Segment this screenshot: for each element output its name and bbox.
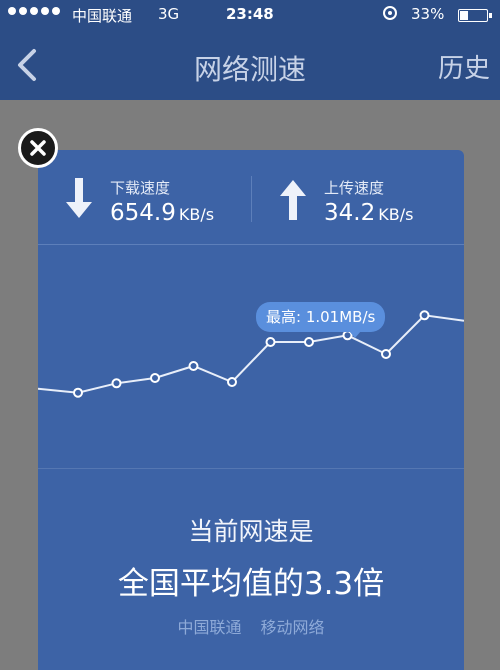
speed-data-point bbox=[304, 337, 314, 347]
divider bbox=[38, 468, 464, 469]
upload-label: 上传速度 bbox=[324, 179, 385, 197]
signal-strength-icon bbox=[8, 7, 60, 15]
stat-divider bbox=[251, 176, 252, 222]
page-title: 网络测速 bbox=[193, 53, 306, 86]
battery-icon bbox=[458, 9, 492, 22]
divider bbox=[38, 244, 464, 245]
network-tag: 移动网络 bbox=[260, 618, 325, 637]
rotation-lock-icon bbox=[383, 6, 397, 20]
history-button[interactable]: 历史 bbox=[438, 48, 490, 85]
download-value: 654.9 bbox=[110, 200, 176, 226]
summary-intro: 当前网速是 bbox=[188, 517, 314, 546]
download-arrow-icon bbox=[66, 178, 92, 218]
speed-result-card: 下载速度 654.9 KB/s 上传速度 34.2 KB/s 最高: 1.01MB/… bbox=[38, 150, 464, 670]
upload-value: 34.2 bbox=[324, 200, 376, 226]
carrier-tag: 中国联通 bbox=[177, 618, 242, 637]
clock: 23:48 bbox=[226, 5, 274, 23]
download-unit: KB/s bbox=[178, 205, 215, 224]
speed-series-line bbox=[38, 314, 464, 394]
network-type: 3G bbox=[158, 5, 180, 23]
navigation-bar: 网络测速 历史 bbox=[0, 30, 500, 100]
close-icon bbox=[30, 140, 46, 156]
battery-percent: 33% bbox=[411, 5, 445, 23]
carrier-name: 中国联通 bbox=[72, 7, 133, 25]
speed-data-point bbox=[265, 337, 276, 347]
summary-ratio: 全国平均值的3.3倍 bbox=[117, 566, 385, 602]
speed-data-point bbox=[188, 361, 199, 371]
speed-data-point bbox=[419, 310, 430, 321]
speed-line-chart bbox=[38, 310, 464, 398]
battery-level-fill bbox=[460, 11, 468, 20]
speed-data-point bbox=[381, 349, 391, 359]
carrier-tags: 中国联通 移动网络 bbox=[38, 614, 464, 638]
download-label: 下载速度 bbox=[110, 179, 171, 197]
chevron-left-icon bbox=[18, 49, 36, 81]
close-button[interactable] bbox=[18, 128, 58, 168]
speed-data-point bbox=[150, 373, 160, 383]
peak-speed-tooltip: 最高: 1.01MB/s bbox=[256, 302, 386, 338]
upload-unit: KB/s bbox=[378, 205, 414, 224]
speed-data-point bbox=[111, 378, 122, 389]
status-bar: 中国联通 3G 23:48 33% bbox=[0, 0, 500, 30]
speed-data-point bbox=[73, 387, 83, 398]
speed-data-point bbox=[227, 377, 237, 387]
upload-arrow-icon bbox=[280, 180, 306, 220]
back-button[interactable] bbox=[12, 46, 46, 84]
